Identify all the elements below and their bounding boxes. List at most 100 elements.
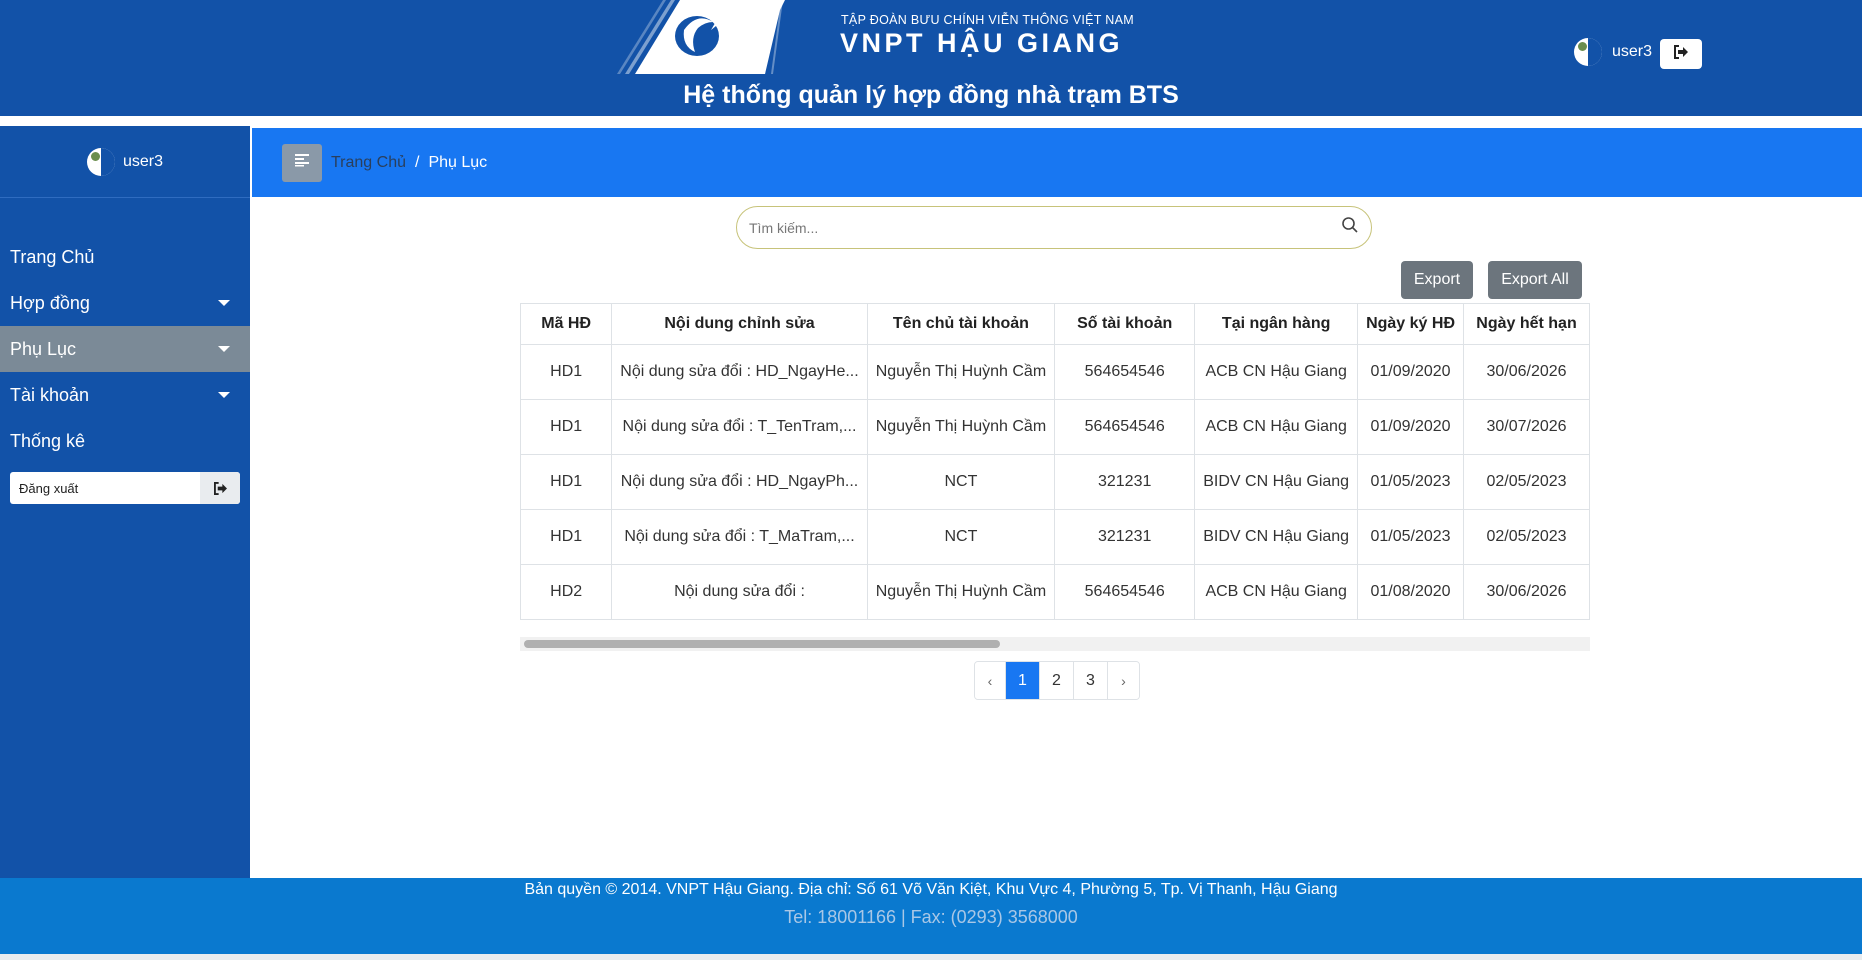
sidebar-logout-button[interactable]: Đăng xuất xyxy=(10,472,240,504)
table-row[interactable]: HD1 Nội dung sửa đổi : T_TenTram,... Nguyễ… xyxy=(520,399,1590,455)
sidebar-item-label: Tài khoản xyxy=(10,384,90,405)
table-row[interactable]: HD1 Nội dung sửa đổi : T_MaTram,... NCT 321… xyxy=(520,509,1590,565)
table-cell: BIDV CN Hậu Giang xyxy=(1194,509,1359,565)
table-cell: Nội dung sửa đổi : T_MaTram,... xyxy=(611,509,868,565)
table-header-row: Mã HĐ Nội dung chỉnh sửa Tên chủ tài khoản… xyxy=(520,303,1590,345)
search-input[interactable] xyxy=(749,219,1341,236)
pagination-page-3[interactable]: 3 xyxy=(1074,662,1108,699)
sidebar-item-phu-luc[interactable]: Phụ Lục xyxy=(0,326,250,372)
table-cell: 30/07/2026 xyxy=(1463,399,1590,455)
column-header: Mã HĐ xyxy=(520,303,613,345)
caret-down-icon xyxy=(218,392,230,398)
table-horizontal-scrollbar[interactable] xyxy=(520,637,1590,651)
sidebar-item-tai-khoan[interactable]: Tài khoản xyxy=(0,372,250,418)
sidebar-menu: Trang Chủ Hợp đồng Phụ Lục Tài khoản Thố… xyxy=(0,234,250,464)
table-cell: HD1 xyxy=(520,399,613,455)
footer: Bản quyền © 2014. VNPT Hậu Giang. Địa ch… xyxy=(0,878,1862,954)
sign-out-icon xyxy=(1673,44,1689,64)
pagination-page-2[interactable]: 2 xyxy=(1040,662,1074,699)
table-cell: 01/05/2023 xyxy=(1357,454,1464,510)
sidebar-user[interactable]: user3 xyxy=(0,126,250,198)
sidebar-username: user3 xyxy=(122,152,164,170)
header-logout-button[interactable] xyxy=(1660,39,1702,69)
table-body: HD1 Nội dung sửa đổi : HD_NgayHe... Nguyễn… xyxy=(520,344,1590,620)
table-cell: Nguyễn Thị Huỳnh Cầm xyxy=(866,399,1056,455)
column-header: Ngày ký HĐ xyxy=(1357,303,1464,345)
table-row[interactable]: HD1 Nội dung sửa đổi : HD_NgayHe... Nguyễn… xyxy=(520,344,1590,400)
user-avatar xyxy=(1574,38,1602,66)
header-username: user3 xyxy=(1612,43,1653,60)
table-cell: 30/06/2026 xyxy=(1463,564,1590,620)
table-cell: 321231 xyxy=(1054,509,1196,565)
column-header: Nội dung chỉnh sửa xyxy=(611,303,868,345)
vnpt-logo xyxy=(585,0,785,74)
system-title: Hệ thống quản lý hợp đồng nhà trạm BTS xyxy=(683,81,1179,109)
align-left-icon xyxy=(294,153,310,172)
table-cell: ACB CN Hậu Giang xyxy=(1194,344,1359,400)
breadcrumb-home-link[interactable]: Trang Chủ xyxy=(331,154,406,172)
table-row[interactable]: HD1 Nội dung sửa đổi : HD_NgayPh... NCT 321… xyxy=(520,454,1590,510)
main-content: Trang Chủ / Phụ Lục Export Export All Mã… xyxy=(250,126,1862,878)
table-cell: BIDV CN Hậu Giang xyxy=(1194,454,1359,510)
pagination: ‹ 1 2 3 › xyxy=(974,661,1140,700)
appendix-table-container: Mã HĐ Nội dung chỉnh sửa Tên chủ tài khoản… xyxy=(520,303,1590,646)
table-cell: ACB CN Hậu Giang xyxy=(1194,399,1359,455)
column-header: Tại ngân hàng xyxy=(1194,303,1359,345)
table-cell: HD1 xyxy=(520,344,613,400)
sidebar-item-label: Phụ Lục xyxy=(10,338,77,359)
table-cell: 564654546 xyxy=(1054,564,1196,620)
table-cell: ACB CN Hậu Giang xyxy=(1194,564,1359,620)
table-cell: 564654546 xyxy=(1054,399,1196,455)
brand-subtitle: TẬP ĐOÀN BƯU CHÍNH VIỄN THÔNG VIỆT NAM xyxy=(841,13,1134,27)
top-header: TẬP ĐOÀN BƯU CHÍNH VIỄN THÔNG VIỆT NAM V… xyxy=(0,0,1862,116)
column-header: Tên chủ tài khoản xyxy=(866,303,1056,345)
pagination-page-1[interactable]: 1 xyxy=(1006,662,1040,699)
table-header: Mã HĐ Nội dung chỉnh sửa Tên chủ tài khoản… xyxy=(520,303,1590,345)
table-cell: Nội dung sửa đổi : HD_NgayHe... xyxy=(611,344,868,400)
table-cell: 30/06/2026 xyxy=(1463,344,1590,400)
sidebar-item-hop-dong[interactable]: Hợp đồng xyxy=(0,280,250,326)
footer-copyright: Bản quyền © 2014. VNPT Hậu Giang. Địa ch… xyxy=(524,881,1338,898)
sidebar-item-trang-chu[interactable]: Trang Chủ xyxy=(0,234,250,280)
scrollbar-thumb[interactable] xyxy=(524,640,1000,648)
sidebar: user3 Trang Chủ Hợp đồng Phụ Lục Tài kho… xyxy=(0,126,250,878)
table-cell: 02/05/2023 xyxy=(1463,454,1590,510)
export-button[interactable]: Export xyxy=(1401,261,1473,299)
sign-out-icon xyxy=(200,472,240,504)
sidebar-item-label: Trang Chủ xyxy=(10,246,95,267)
table-cell: Nguyễn Thị Huỳnh Cầm xyxy=(866,564,1056,620)
caret-down-icon xyxy=(218,346,230,352)
sidebar-item-label: Thống kê xyxy=(10,430,86,451)
table-cell: Nội dung sửa đổi : HD_NgayPh... xyxy=(611,454,868,510)
export-all-button[interactable]: Export All xyxy=(1488,261,1582,299)
table-cell: 01/09/2020 xyxy=(1357,399,1464,455)
table-row[interactable]: HD2 Nội dung sửa đổi : Nguyễn Thị Huỳnh Cầ… xyxy=(520,564,1590,620)
search-icon[interactable] xyxy=(1341,216,1359,239)
table-cell: 321231 xyxy=(1054,454,1196,510)
table-cell: HD2 xyxy=(520,564,613,620)
table-cell: 01/09/2020 xyxy=(1357,344,1464,400)
pagination-prev-button[interactable]: ‹ xyxy=(975,662,1006,699)
column-header: Số tài khoản xyxy=(1054,303,1196,345)
table-cell: Nội dung sửa đổi : xyxy=(611,564,868,620)
menu-toggle-button[interactable] xyxy=(282,143,322,182)
breadcrumb-bar: Trang Chủ / Phụ Lục xyxy=(252,128,1862,197)
table-cell: 564654546 xyxy=(1054,344,1196,400)
pagination-next-button[interactable]: › xyxy=(1108,662,1139,699)
table-cell: HD1 xyxy=(520,509,613,565)
caret-down-icon xyxy=(218,300,230,306)
table-cell: Nội dung sửa đổi : T_TenTram,... xyxy=(611,399,868,455)
header-user[interactable]: user3 xyxy=(1574,38,1652,66)
sidebar-avatar xyxy=(86,147,115,176)
table-cell: 02/05/2023 xyxy=(1463,509,1590,565)
breadcrumb-separator: / xyxy=(415,153,420,171)
table-cell: Nguyễn Thị Huỳnh Cầm xyxy=(866,344,1056,400)
footer-contact: Tel: 18001166 | Fax: (0293) 3568000 xyxy=(784,907,1078,927)
search-box xyxy=(736,206,1372,249)
sidebar-item-thong-ke[interactable]: Thống kê xyxy=(0,418,250,464)
breadcrumb-current: Phụ Lục xyxy=(428,153,488,171)
appendix-table: Mã HĐ Nội dung chỉnh sửa Tên chủ tài khoản… xyxy=(520,303,1590,620)
sidebar-item-label: Hợp đồng xyxy=(10,292,90,313)
table-cell: NCT xyxy=(866,454,1056,510)
logout-label: Đăng xuất xyxy=(19,480,79,496)
